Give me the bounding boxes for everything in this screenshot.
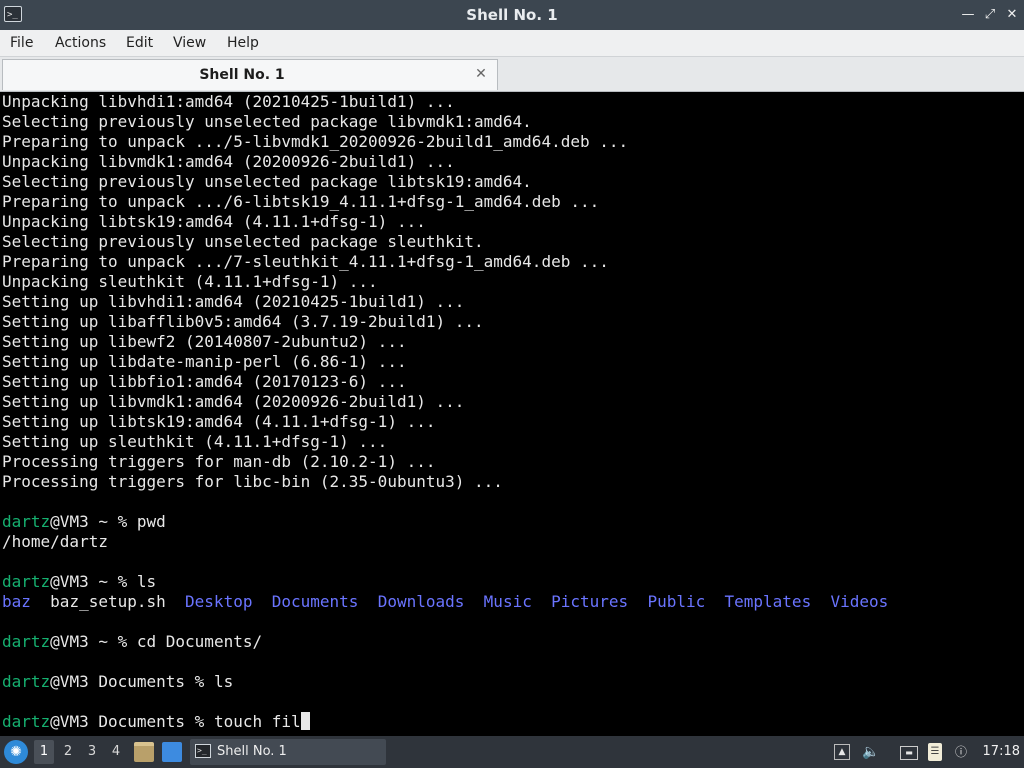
taskbar: ✺ 1 2 3 4 >_ Shell No. 1 ▲ 🔈 ▬ ☰ ⓘ 17:18 (0, 736, 1024, 768)
terminal-icon: >_ (195, 744, 211, 758)
ls-output-line: baz baz_setup.sh Desktop Documents Downl… (2, 592, 888, 612)
output-line: Setting up sleuthkit (4.11.1+dfsg-1) ... (2, 432, 388, 451)
prompt-host: @VM3 (50, 712, 89, 731)
workspace-4[interactable]: 4 (106, 740, 126, 764)
close-icon[interactable]: ✕ (473, 66, 489, 82)
prompt-user: dartz (2, 512, 51, 531)
prompt-user: dartz (2, 672, 51, 691)
prompt-host: @VM3 (50, 632, 89, 651)
terminal-output[interactable]: Unpacking libvhdi1:amd64 (20210425-1buil… (0, 92, 1024, 736)
output-line: Unpacking libvmdk1:amd64 (20200926-2buil… (2, 152, 455, 171)
output-line: Unpacking libtsk19:amd64 (4.11.1+dfsg-1)… (2, 212, 426, 231)
workspace-3[interactable]: 3 (82, 740, 102, 764)
prompt-user: dartz (2, 712, 51, 731)
prompt-line: dartz@VM3 ~ % pwd (2, 512, 166, 532)
output-line: Unpacking libvhdi1:amd64 (20210425-1buil… (2, 92, 455, 111)
output-line: Setting up libewf2 (20140807-2ubuntu2) .… (2, 332, 407, 351)
prompt-line: dartz@VM3 Documents % ls (2, 672, 233, 692)
output-line: Setting up libvmdk1:amd64 (20200926-2bui… (2, 392, 465, 411)
ls-entry-dir: Downloads (377, 592, 465, 611)
output-line: /home/dartz (2, 532, 108, 551)
command-text: ls (213, 672, 234, 691)
menu-bar: File Actions Edit View Help (0, 30, 1024, 57)
prompt-path: Documents % (88, 712, 214, 731)
ls-entry-dir: Public (647, 592, 706, 611)
prompt-line[interactable]: dartz@VM3 Documents % touch fil (2, 712, 310, 732)
prompt-user: dartz (2, 632, 51, 651)
menu-file[interactable]: File (10, 30, 33, 56)
tab-bar: Shell No. 1 ✕ (0, 57, 1024, 92)
title-bar: >_ Shell No. 1 — ⤢ ✕ (0, 0, 1024, 30)
output-line: Setting up libbfio1:amd64 (20170123-6) .… (2, 372, 407, 391)
speaker-icon[interactable]: 🔈 (862, 743, 880, 761)
ls-entry-dir: Templates (724, 592, 812, 611)
menu-edit[interactable]: Edit (126, 30, 153, 56)
command-text: cd Documents/ (136, 632, 263, 651)
prompt-path: ~ % (88, 632, 137, 651)
output-line: Processing triggers for man-db (2.10.2-1… (2, 452, 436, 471)
output-line: Selecting previously unselected package … (2, 172, 532, 191)
ls-entry-dir: Music (483, 592, 532, 611)
output-line: Selecting previously unselected package … (2, 232, 484, 251)
output-line: Setting up libdate-manip-perl (6.86-1) .… (2, 352, 407, 371)
taskbar-window-button[interactable]: >_ Shell No. 1 (190, 739, 386, 765)
task-label: Shell No. 1 (217, 744, 287, 759)
workspace-2[interactable]: 2 (58, 740, 78, 764)
ls-entry-dir: baz (2, 592, 31, 611)
ls-entry-dir: Pictures (551, 592, 629, 611)
prompt-path: Documents % (88, 672, 214, 691)
output-line: Selecting previously unselected package … (2, 112, 532, 131)
volume-icon[interactable]: ▲ (834, 744, 850, 760)
file-manager-icon[interactable] (134, 742, 154, 762)
tab-shell-1[interactable]: Shell No. 1 ✕ (2, 59, 498, 90)
output-line: Setting up libvhdi1:amd64 (20210425-1bui… (2, 292, 465, 311)
text-cursor (300, 712, 310, 730)
command-text: pwd (136, 512, 166, 531)
ls-entry-dir: Videos (830, 592, 889, 611)
maximize-icon[interactable]: ⤢ (980, 5, 1000, 25)
prompt-host: @VM3 (50, 572, 89, 591)
clipboard-icon[interactable]: ☰ (928, 743, 942, 761)
menu-view[interactable]: View (173, 30, 206, 56)
command-input[interactable]: touch fil (214, 712, 301, 731)
output-line: Unpacking sleuthkit (4.11.1+dfsg-1) ... (2, 272, 378, 291)
menu-actions[interactable]: Actions (55, 30, 106, 56)
window-title: Shell No. 1 (466, 6, 558, 24)
prompt-host: @VM3 (50, 512, 89, 531)
prompt-host: @VM3 (50, 672, 89, 691)
output-line: Setting up libtsk19:amd64 (4.11.1+dfsg-1… (2, 412, 436, 431)
output-line: Setting up libafflib0v5:amd64 (3.7.19-2b… (2, 312, 484, 331)
network-icon[interactable]: ▬ (900, 746, 918, 760)
ls-entry-file: baz_setup.sh (50, 592, 166, 611)
close-icon[interactable]: ✕ (1002, 5, 1022, 25)
prompt-path: ~ % (88, 572, 137, 591)
output-line: Preparing to unpack .../7-sleuthkit_4.11… (2, 252, 609, 271)
output-line: Processing triggers for libc-bin (2.35-0… (2, 472, 503, 491)
prompt-user: dartz (2, 572, 51, 591)
show-desktop-icon[interactable] (162, 742, 182, 762)
prompt-path: ~ % (88, 512, 137, 531)
app-menu-icon[interactable]: ✺ (4, 740, 28, 764)
prompt-line: dartz@VM3 ~ % ls (2, 572, 156, 592)
prompt-line: dartz@VM3 ~ % cd Documents/ (2, 632, 262, 652)
command-text: ls (136, 572, 157, 591)
ls-entry-dir: Desktop (185, 592, 253, 611)
tab-label: Shell No. 1 (199, 67, 285, 83)
workspace-1[interactable]: 1 (34, 740, 54, 764)
ls-entry-dir: Documents (271, 592, 359, 611)
output-line: Preparing to unpack .../5-libvmdk1_20200… (2, 132, 629, 151)
output-line: Preparing to unpack .../6-libtsk19_4.11.… (2, 192, 600, 211)
minimize-icon[interactable]: — (958, 5, 978, 25)
menu-help[interactable]: Help (227, 30, 259, 56)
clock[interactable]: 17:18 (983, 736, 1020, 768)
update-notifier-icon[interactable]: ⓘ (952, 743, 970, 761)
